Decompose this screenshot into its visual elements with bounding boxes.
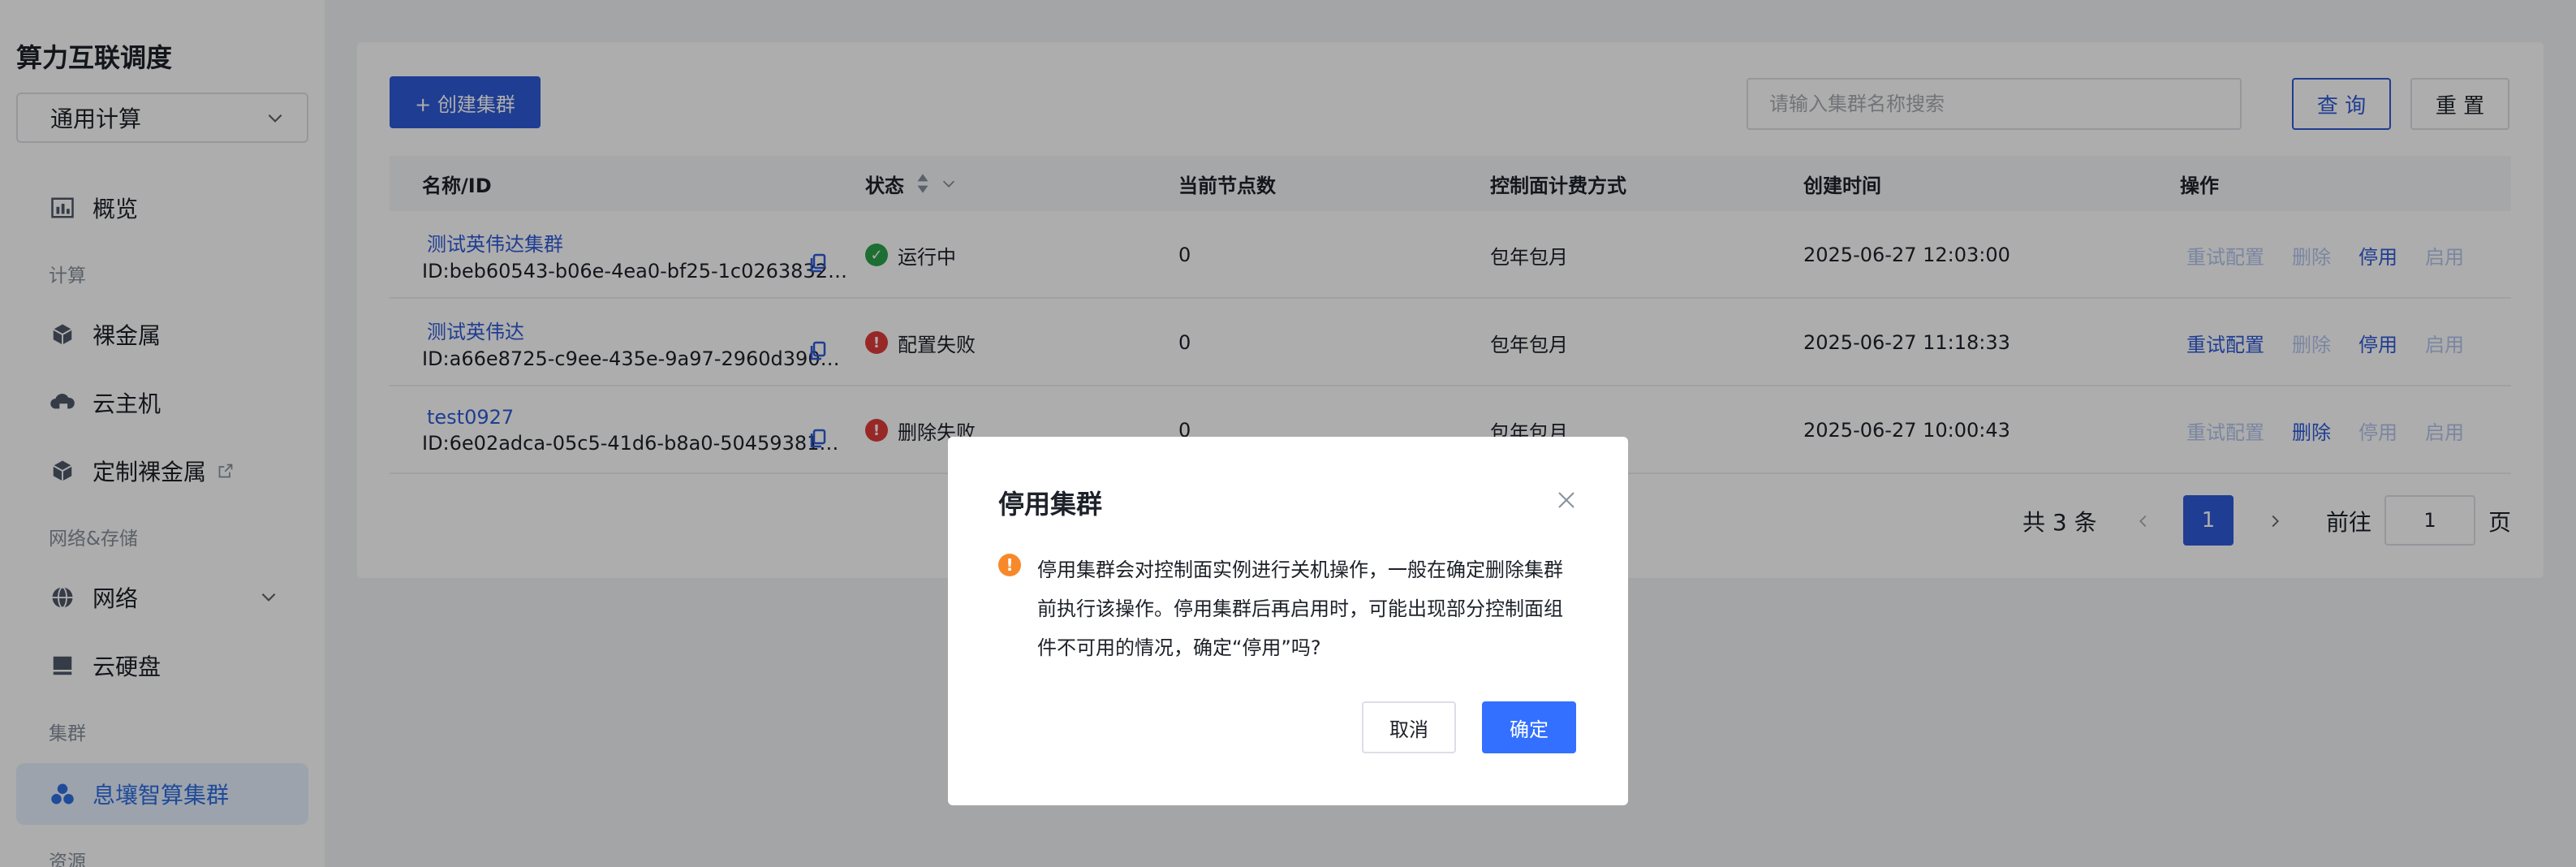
warning-icon: ! [998, 554, 1021, 576]
dialog-title: 停用集群 [998, 489, 1103, 520]
cancel-button[interactable]: 取消 [1362, 701, 1456, 753]
dialog-message: 停用集群会对控制面实例进行关机操作，一般在确定删除集群前执行该操作。停用集群后再… [1037, 559, 1563, 659]
close-icon[interactable] [1557, 490, 1576, 510]
confirm-button[interactable]: 确定 [1482, 701, 1576, 753]
disable-cluster-dialog: 停用集群 ! 停用集群会对控制面实例进行关机操作，一般在确定删除集群前执行该操作… [948, 437, 1628, 805]
